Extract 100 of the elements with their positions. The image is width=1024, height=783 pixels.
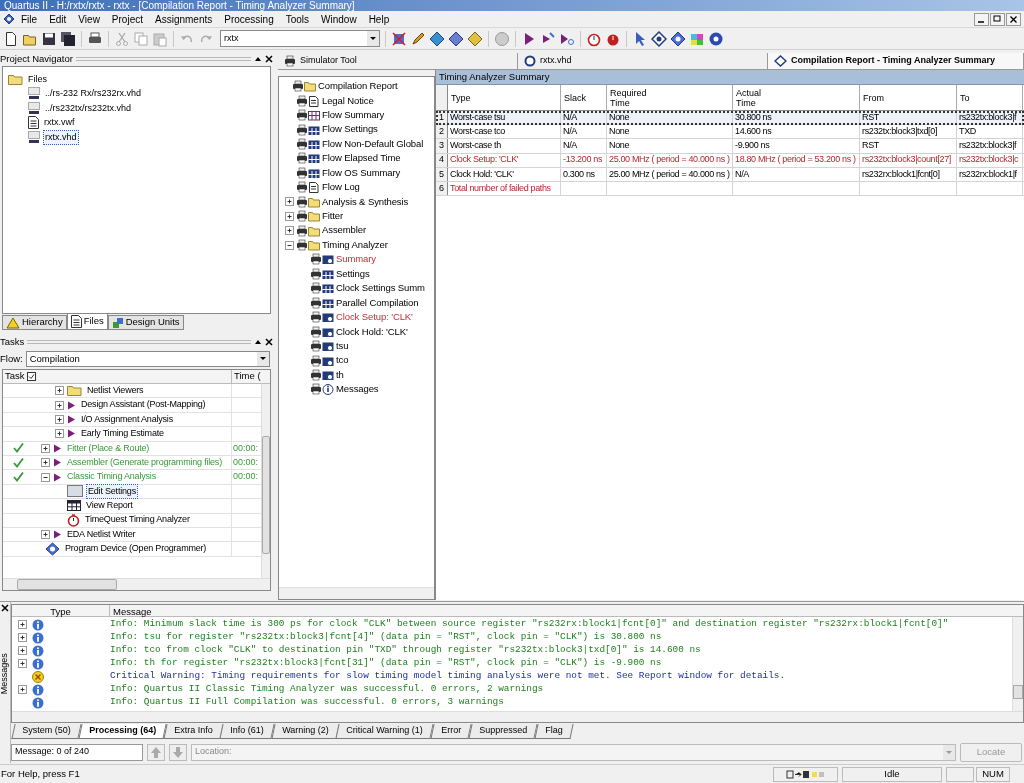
message-row[interactable]: Info: th for register "rs232tx:block3|fcnt[31]" (data pin = "RST", clock pin = "CLK") is -9.900 ns xyxy=(12,657,1012,670)
close-icon[interactable] xyxy=(265,54,273,63)
message-line[interactable]: Info: Quartus II Full Compilation was successful. 0 errors, 3 warnings xyxy=(110,695,504,710)
task-item[interactable]: I/O Assignment Analysis xyxy=(79,411,175,428)
expand-icon[interactable] xyxy=(55,415,64,424)
report-item[interactable]: tco xyxy=(336,353,349,368)
message-tab[interactable]: Critical Warning (1) xyxy=(335,724,434,740)
message-line[interactable]: Info: tco from clock "CLK" to destination pin "TXD" through register "rs232tx:block3|txd[0]" is 14.600 ns xyxy=(110,643,701,658)
diamond-icon[interactable] xyxy=(448,30,464,47)
expand-icon[interactable] xyxy=(18,685,27,694)
report-item[interactable]: Flow Log xyxy=(322,180,360,195)
table-row[interactable]: 2 Worst-case tco N/A None 14.600 ns rs232tx:block3|txd[0] TXD xyxy=(436,125,1024,140)
table-row[interactable]: 6 Total number of failed paths xyxy=(436,181,1024,197)
menu-item[interactable]: Project xyxy=(105,11,149,27)
close-icon[interactable] xyxy=(265,337,273,346)
pencil-icon[interactable] xyxy=(410,30,426,47)
expand-icon[interactable] xyxy=(285,197,294,207)
expand-icon[interactable] xyxy=(55,429,64,439)
expand-icon[interactable] xyxy=(41,458,50,468)
report-item[interactable]: Flow Summary xyxy=(322,107,385,123)
report-item[interactable]: Summary xyxy=(336,252,376,267)
message-line[interactable]: Info: Quartus II Classic Timing Analyzer was successful. 0 errors, 2 warnings xyxy=(110,682,544,697)
task-item[interactable]: Assembler (Generate programming files) xyxy=(65,454,224,471)
document-tab[interactable]: Compilation Report - Timing Analyzer Summary xyxy=(768,53,1024,69)
report-item[interactable]: th xyxy=(336,367,344,383)
message-row[interactable]: Info: tsu for register "rs232tx:block3|fcnt[4]" (data pin = "RST", clock pin = "CLK") is 30.800 ns xyxy=(12,631,1012,644)
report-item[interactable]: Compilation Report xyxy=(318,79,398,94)
restore-icon[interactable] xyxy=(990,12,1005,26)
menu-item[interactable]: Assignments xyxy=(149,11,219,27)
table-row[interactable]: 5 Clock Hold: 'CLK' 0.300 ns 25.00 MHz ( period = 40.000 ns ) N/A rs232rx:block1|fcnt[0] rs232rx:block1|f xyxy=(436,167,1024,182)
device-icon[interactable] xyxy=(670,30,686,47)
diamond-icon[interactable] xyxy=(429,30,445,47)
report-item[interactable]: Assembler xyxy=(322,223,366,238)
menu-item[interactable]: Help xyxy=(362,11,396,27)
entity-dropdown[interactable]: rxtx xyxy=(220,30,380,47)
menu-item[interactable]: Tools xyxy=(279,11,316,27)
horizontal-scrollbar[interactable] xyxy=(12,711,1023,723)
message-tab[interactable]: Extra Info xyxy=(162,724,223,740)
menu-item[interactable]: Window xyxy=(315,11,363,27)
minimize-icon[interactable] xyxy=(974,12,989,26)
navigator-tab[interactable]: Hierarchy xyxy=(2,315,67,330)
menu-item[interactable]: Edit xyxy=(43,11,73,27)
expand-icon[interactable] xyxy=(18,659,27,668)
collapse-icon[interactable] xyxy=(41,472,50,482)
task-item[interactable]: Design Assistant (Post-Mapping) xyxy=(79,397,208,413)
menu-item[interactable]: View xyxy=(72,11,106,27)
message-line[interactable]: Info: Minimum slack time is 300 ps for clock "CLK" between source register "rs232rx:block1|fcnt[0]" and destination register "rs232rx:block1|fcnt[0]" xyxy=(110,617,949,632)
file-entry[interactable]: ../rs-232 Rx/rs232rx.vhd xyxy=(43,86,144,102)
table-row[interactable]: 4 Clock Setup: 'CLK' -13.200 ns 25.00 MHz ( period = 40.000 ns ) 18.80 MHz ( period = 53.200 ns ) rs232tx:block3|count[27] rs232tx:block3|c xyxy=(436,153,1024,168)
report-item[interactable]: Clock Setup: 'CLK' xyxy=(336,310,413,325)
save-icon[interactable] xyxy=(41,30,57,47)
message-line[interactable]: Info: tsu for register "rs232tx:block3|fcnt[4]" (data pin = "RST", clock pin = "CLK") is 30.800 ns xyxy=(110,630,662,645)
close-icon[interactable] xyxy=(1006,12,1021,26)
report-item[interactable]: Timing Analyzer xyxy=(322,237,388,253)
message-tab[interactable]: Processing (64) xyxy=(77,724,167,740)
message-row[interactable]: Info: Quartus II Classic Timing Analyzer was successful. 0 errors, 2 warnings xyxy=(12,683,1012,696)
expand-icon[interactable] xyxy=(18,646,27,655)
menu-item[interactable]: File xyxy=(15,11,44,27)
menu-item[interactable]: Processing xyxy=(218,11,280,27)
horizontal-scrollbar[interactable] xyxy=(279,587,434,599)
file-entry[interactable]: rxtx.vwf xyxy=(42,115,77,131)
report-item[interactable]: Flow OS Summary xyxy=(322,165,401,180)
file-entry[interactable]: ../rs232tx/rs232tx.vhd xyxy=(43,100,134,116)
help-icon[interactable] xyxy=(708,30,724,47)
message-tab[interactable]: Error xyxy=(430,724,472,740)
navigator-tab[interactable]: Files xyxy=(66,314,108,330)
message-row[interactable]: Critical Warning: Timing requirements for slow timing model timing analysis were not met. See Report window for details. xyxy=(12,670,1012,683)
task-item[interactable]: Program Device (Open Programmer) xyxy=(63,541,209,557)
report-item[interactable]: Analysis & Synthesis xyxy=(322,194,409,209)
message-line[interactable]: Critical Warning: Timing requirements for slow timing model timing analysis were not met. See Report window for details. xyxy=(110,669,786,684)
task-item[interactable]: Classic Timing Analysis xyxy=(65,469,158,485)
save-all-icon[interactable] xyxy=(60,30,76,47)
report-item[interactable]: Messages xyxy=(336,382,379,397)
table-row[interactable]: 1 Worst-case tsu N/A None 30.800 ns RST rs232tx:block3|f xyxy=(436,111,1024,126)
expand-icon[interactable] xyxy=(285,226,294,236)
report-item[interactable]: Flow Elapsed Time xyxy=(322,151,401,166)
task-item[interactable]: Netlist Viewers xyxy=(85,382,146,399)
report-item[interactable]: Settings xyxy=(336,266,370,282)
message-tab[interactable]: Flag xyxy=(534,724,574,740)
vertical-scrollbar[interactable] xyxy=(1012,617,1023,712)
message-tab[interactable]: Suppressed xyxy=(468,724,538,740)
flow-dropdown[interactable]: Compilation xyxy=(25,351,270,367)
folder-entry[interactable]: Files xyxy=(26,71,49,87)
file-entry[interactable]: rxtx.vhd xyxy=(43,129,79,145)
crossed-chip-icon[interactable] xyxy=(391,30,407,47)
message-tab[interactable]: System (50) xyxy=(11,724,82,740)
expand-icon[interactable] xyxy=(18,633,27,642)
report-item[interactable]: Flow Non-Default Global xyxy=(322,136,424,152)
diamond-icon[interactable] xyxy=(467,30,483,47)
task-item[interactable]: Fitter (Place & Route) xyxy=(65,440,152,456)
task-item[interactable]: View Report xyxy=(84,498,135,514)
message-row[interactable]: Info: Minimum slack time is 300 ps for clock "CLK" between source register "rs232rx:block1|fcnt[0]" and destination register "rs232rx:block1|fcnt[0]" xyxy=(12,618,1012,631)
expand-icon[interactable] xyxy=(55,400,64,410)
expand-icon[interactable] xyxy=(55,386,64,396)
horizontal-scrollbar[interactable] xyxy=(3,578,270,590)
task-item[interactable]: Early Timing Estimate xyxy=(79,426,166,442)
report-item[interactable]: tsu xyxy=(336,338,349,354)
message-row[interactable]: Info: Quartus II Full Compilation was successful. 0 errors, 3 warnings xyxy=(12,696,1012,709)
message-line[interactable]: Info: th for register "rs232tx:block3|fcnt[31]" (data pin = "RST", clock pin = "CLK") is -9.900 ns xyxy=(110,656,662,671)
table-row[interactable]: 3 Worst-case th N/A None -9.900 ns RST rs232tx:block3|f xyxy=(436,139,1024,154)
